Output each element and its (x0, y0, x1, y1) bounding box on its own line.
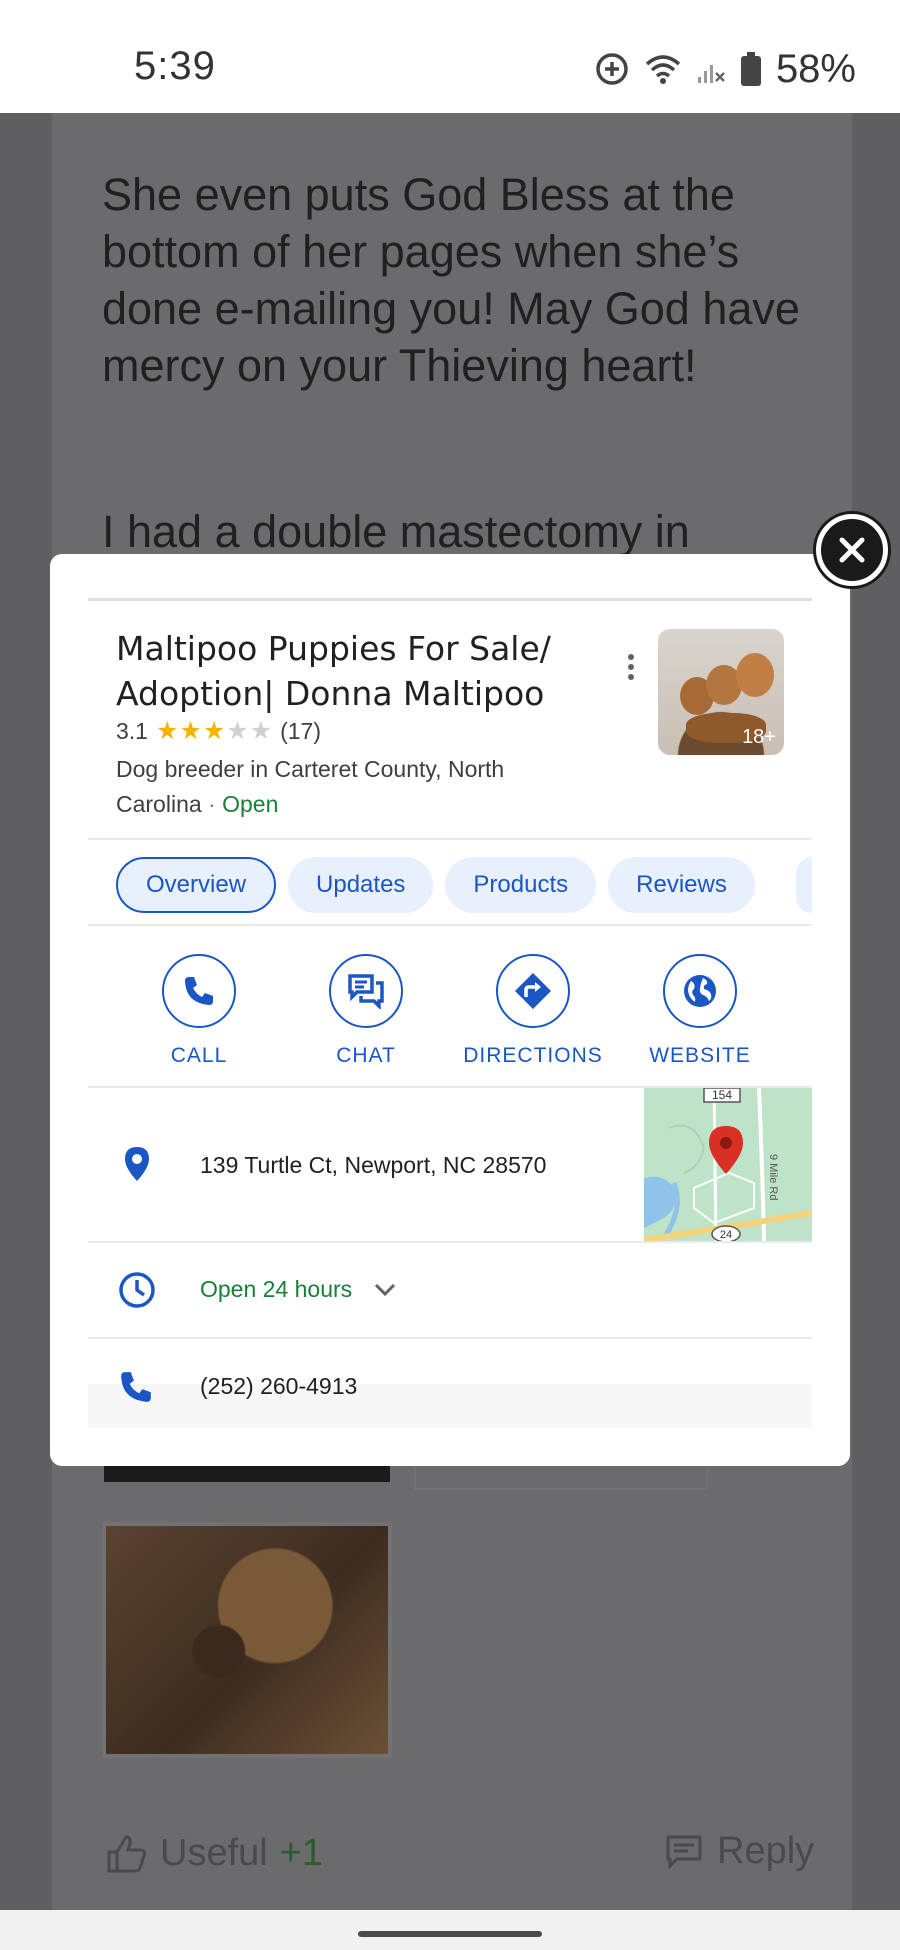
road-label-24: 24 (720, 1229, 732, 1241)
clock-icon (119, 1272, 155, 1308)
phone-row[interactable] (88, 1339, 812, 1402)
hours-row[interactable] (88, 1243, 812, 1337)
hours-text: Open 24 hours (200, 1276, 353, 1302)
divider (88, 924, 812, 926)
useful-count: +1 (279, 1832, 324, 1874)
road-label-9-mile-rd: 9 Mile Rd (767, 1154, 779, 1200)
globe-icon (684, 975, 716, 1007)
close-icon (839, 537, 865, 563)
map-thumbnail[interactable]: 154 24 9 Mile Rd (644, 1088, 812, 1241)
useful-button[interactable]: Useful +1 (106, 1832, 323, 1875)
website-label: WEBSITE (649, 1044, 751, 1067)
photo-count: 18+ (742, 726, 776, 748)
review-text: She even puts God Bless at the bottom of… (102, 169, 800, 391)
directions-label: DIRECTIONS (463, 1044, 603, 1067)
star-icon: ★ (155, 717, 179, 745)
website-button-circle (663, 954, 737, 1028)
separator-dot: · (208, 791, 216, 817)
home-gesture-handle[interactable] (358, 1931, 542, 1937)
star-icon: ★ (226, 717, 249, 745)
puppy-image-part (736, 653, 774, 697)
tab-reviews[interactable]: Reviews (608, 857, 755, 913)
review-photo[interactable] (102, 1522, 392, 1758)
tab-next-partial[interactable] (796, 857, 812, 913)
chat-button[interactable]: CHAT (286, 954, 446, 1068)
open-status: Open (222, 791, 279, 817)
battery-percentage: 58% (775, 46, 856, 91)
divider (88, 838, 812, 840)
business-category-location: Dog breeder in Carteret County, North Ca… (116, 756, 505, 817)
tab-products[interactable]: Products (445, 857, 597, 913)
review-text-continued: I had a double mastectomy in (102, 506, 690, 554)
tab-overview[interactable]: Overview (116, 857, 277, 913)
location-pin-icon (125, 1147, 149, 1181)
call-label: CALL (170, 1044, 228, 1067)
review-count: (17) (280, 718, 321, 744)
tab-bar: Overview Updates Products Reviews (116, 857, 755, 913)
status-time: 5:39 (134, 44, 216, 88)
hours-summary[interactable]: Open 24 hours (200, 1276, 396, 1303)
chat-icon (348, 974, 384, 1009)
chevron-down-icon (375, 1283, 396, 1296)
website-button[interactable]: WEBSITE (620, 954, 780, 1068)
map-graphic: 154 24 9 Mile Rd (644, 1088, 812, 1241)
thumbs-up-icon (107, 1834, 147, 1872)
reply-icon (666, 1835, 702, 1870)
chat-button-circle (329, 954, 403, 1028)
star-icon: ★ (179, 717, 202, 745)
more-options-icon[interactable] (624, 652, 638, 682)
reply-label: Reply (717, 1830, 815, 1872)
phone-number[interactable]: (252) 260-4913 (200, 1373, 357, 1400)
business-photo[interactable]: 18+ (658, 629, 784, 755)
place-card-footer (88, 1384, 812, 1428)
star-icon: ★ (249, 717, 273, 745)
navigation-bar (0, 1910, 900, 1950)
battery-icon (740, 52, 761, 86)
chat-label: CHAT (336, 1044, 396, 1067)
directions-icon (515, 973, 551, 1009)
wifi-icon (645, 55, 681, 84)
call-button-circle (162, 954, 236, 1028)
call-button[interactable]: CALL (119, 954, 279, 1068)
address-text: 139 Turtle Ct, Newport, NC 28570 (200, 1152, 547, 1178)
star-icon: ★ (202, 717, 226, 745)
directions-button[interactable]: DIRECTIONS (453, 954, 613, 1068)
status-bar: 5:39 58% (0, 0, 900, 113)
business-title: Maltipoo Puppies For Sale/ Adoption| Don… (116, 629, 551, 713)
data-saver-icon (596, 53, 628, 85)
useful-label: Useful (160, 1832, 268, 1874)
status-icons: 58% (594, 44, 856, 94)
rating-value: 3.1 (116, 718, 148, 744)
directions-button-circle (496, 954, 570, 1028)
phone-icon (185, 977, 213, 1005)
close-button[interactable] (816, 514, 888, 586)
signal-icon (697, 65, 725, 83)
road-label-154: 154 (712, 1088, 732, 1102)
tab-updates[interactable]: Updates (288, 857, 434, 913)
reply-button[interactable]: Reply (665, 1830, 814, 1873)
action-buttons: CALL CHAT DIRECTIONS WEBSITE (88, 954, 812, 1067)
rating-row[interactable]: 3.1 ★ ★ ★ ★ ★ (17) (116, 718, 321, 745)
star-rating: ★ ★ ★ ★ ★ (156, 719, 272, 744)
business-description: Dog breeder in Carteret County, North Ca… (116, 752, 576, 822)
phone-icon (121, 1372, 151, 1402)
